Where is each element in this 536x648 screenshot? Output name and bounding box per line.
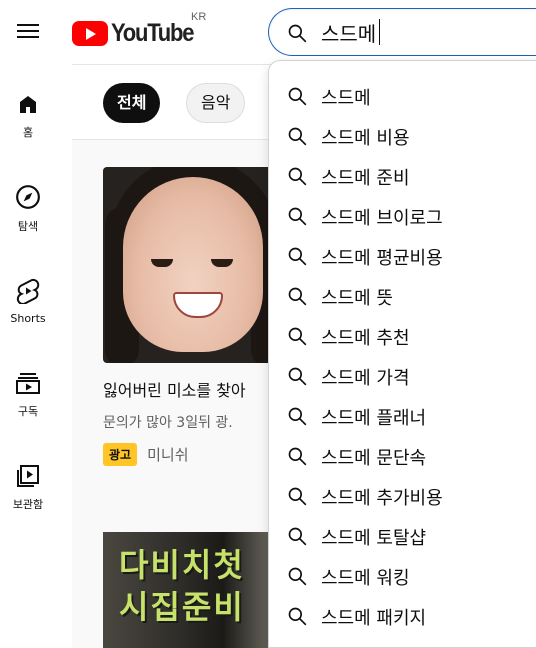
search-icon — [288, 127, 307, 146]
shorts-icon — [16, 278, 40, 304]
suggestion-item[interactable]: 스드메 평균비용 — [269, 236, 536, 276]
search-icon — [288, 24, 307, 43]
search-icon — [288, 367, 307, 386]
guide-item-home[interactable]: 홈 — [0, 92, 56, 164]
youtube-play-icon — [72, 20, 108, 46]
suggestion-text: 스드메 추천 — [321, 328, 410, 349]
suggestion-text: 스드메 워킹 — [321, 568, 410, 589]
suggestion-item[interactable]: 스드메 브이로그 — [269, 196, 536, 236]
search-input[interactable] — [321, 19, 536, 45]
suggestion-text: 스드메 추가비용 — [321, 488, 443, 509]
suggestion-item[interactable]: 스드메 준비 — [269, 156, 536, 196]
guide-label: 구독 — [17, 405, 39, 418]
compass-icon — [16, 185, 40, 209]
suggestion-item[interactable]: 스드메 문단속 — [269, 436, 536, 476]
suggestion-text: 스드메 플래너 — [321, 408, 427, 429]
search-icon — [288, 407, 307, 426]
youtube-logo[interactable]: YouTube — [72, 18, 204, 48]
guide-label: 보관함 — [12, 498, 44, 511]
video-title[interactable]: 잃어버린 미소를 찾아 — [103, 377, 246, 401]
guide-item-library[interactable]: 보관함 — [0, 464, 56, 536]
ad-badge: 광고 — [103, 442, 138, 466]
suggestion-text: 스드메 평균비용 — [321, 248, 443, 269]
search-icon — [288, 287, 307, 306]
suggestion-item[interactable]: 스드메 패키지 — [269, 596, 536, 636]
chip-music[interactable]: 음악 — [186, 83, 246, 123]
menu-icon[interactable] — [16, 20, 40, 44]
country-code: KR — [191, 11, 207, 23]
thumbnail-text: 다비치첫 — [119, 546, 245, 584]
suggestion-item[interactable]: 스드메 플래너 — [269, 396, 536, 436]
chip-all[interactable]: 전체 — [103, 83, 161, 123]
suggestion-text: 스드메 — [321, 88, 371, 109]
suggestion-item[interactable]: 스드메 워킹 — [269, 556, 536, 596]
thumbnail-text: 시집준비 — [119, 588, 245, 626]
search-icon — [288, 327, 307, 346]
guide-label: 홈 — [22, 126, 34, 139]
search-icon — [288, 247, 307, 266]
guide-item-explore[interactable]: 탐색 — [0, 184, 56, 256]
search-icon — [288, 447, 307, 466]
library-icon — [17, 465, 39, 487]
logo-text: YouTube — [111, 18, 194, 47]
video-description: 문의가 많아 3일뒤 광. — [103, 415, 233, 431]
suggestion-text: 스드메 브이로그 — [321, 208, 443, 229]
search-icon — [288, 567, 307, 586]
suggestion-text: 스드메 문단속 — [321, 448, 427, 469]
suggestion-item[interactable]: 스드메 비용 — [269, 116, 536, 156]
suggestion-text: 스드메 가격 — [321, 368, 410, 389]
suggestion-text: 스드메 뜻 — [321, 288, 393, 309]
subscriptions-icon — [16, 373, 40, 394]
mini-guide: 홈 탐색 Shorts 구독 보관함 — [0, 64, 56, 648]
suggestion-text: 스드메 비용 — [321, 128, 410, 149]
suggestion-item[interactable]: 스드메 — [269, 76, 536, 116]
ad-info: 광고 미니쉬 — [103, 442, 189, 466]
guide-label: 탐색 — [17, 220, 39, 233]
suggestion-item[interactable]: 스드메 가격 — [269, 356, 536, 396]
guide-label: Shorts — [10, 312, 46, 325]
suggestion-item[interactable]: 스드메 뜻 — [269, 276, 536, 316]
suggestion-item[interactable]: 스드메 토탈샵 — [269, 516, 536, 556]
text-caret — [379, 19, 380, 45]
masthead: YouTube KR — [0, 0, 536, 64]
search-icon — [288, 167, 307, 186]
suggestion-text: 스드메 토탈샵 — [321, 528, 427, 549]
guide-item-subscriptions[interactable]: 구독 — [0, 371, 56, 443]
home-icon — [20, 96, 36, 113]
suggestion-text: 스드메 패키지 — [321, 608, 427, 629]
channel-name[interactable]: 미니쉬 — [147, 444, 188, 465]
guide-item-shorts[interactable]: Shorts — [0, 278, 56, 350]
search-icon — [288, 87, 307, 106]
search-box[interactable] — [268, 8, 536, 56]
suggestion-text: 스드메 준비 — [321, 168, 410, 189]
search-icon — [288, 607, 307, 626]
suggestion-item[interactable]: 스드메 추천 — [269, 316, 536, 356]
search-icon — [288, 527, 307, 546]
search-icon — [288, 207, 307, 226]
suggestion-item[interactable]: 스드메 추가비용 — [269, 476, 536, 516]
search-suggestions: 스드메 스드메 비용 스드메 준비 스드메 브이로그 스드메 평균비용 스드메 … — [268, 60, 536, 648]
search-icon — [288, 487, 307, 506]
